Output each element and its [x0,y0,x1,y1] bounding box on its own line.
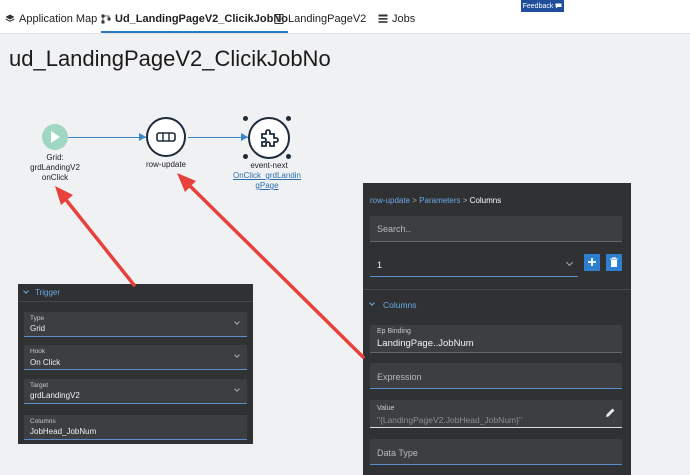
event-next-link-line: gPage [255,181,279,190]
connector-line [68,137,146,138]
trigger-panel-title: Trigger [35,288,61,297]
pencil-icon[interactable] [605,407,616,418]
trigger-label-line: onClick [41,173,69,182]
target-dropdown[interactable]: Target grdLandingV2 [24,379,247,404]
plus-icon [588,258,596,266]
field-label: Columns [30,418,56,425]
tab-jobs[interactable]: Jobs [378,13,415,33]
trigger-panel: Trigger Type Grid Hook On Click Target g… [18,284,253,444]
columns-section-header[interactable]: Columns [369,300,450,312]
node-handle [286,154,291,159]
field-label: Target [30,382,49,389]
page-title: ud_LandingPageV2_ClicikJobNo [9,46,331,71]
event-next-label: event-next [250,161,288,170]
workflow-icon [101,14,111,24]
field-label: Type [30,315,45,322]
trigger-label-line: Grid: [46,153,64,162]
selector-value: 1 [377,260,383,270]
app-map-icon [5,14,15,22]
tab-label: Application Map [19,13,98,25]
page-icon [274,14,284,24]
event-next-link-line: OnClick_grdLandin [232,171,302,180]
tab-landingpagev2[interactable]: LandingPageV2 [274,13,366,33]
properties-panel: row-update > Parameters > Columns Search… [363,183,631,475]
node-handle [243,116,248,121]
feedback-button[interactable]: Feedback [521,0,564,12]
tab-bar: Application Map Ud_LandingPageV2_ClicikJ… [0,0,690,34]
breadcrumb: row-update > Parameters > Columns [370,196,501,205]
tab-application-map[interactable]: Application Map [5,13,97,33]
field-label: Value [377,405,395,412]
trigger-panel-header[interactable]: Trigger [18,284,253,302]
annotation-arrow-trigger [55,186,136,287]
field-value: Grid [30,324,46,333]
breadcrumb-separator: > [462,196,470,205]
delete-button[interactable] [606,254,622,271]
connector-line [188,137,248,138]
breadcrumb-parameters[interactable]: Parameters [419,196,460,205]
chevron-down-icon [23,288,29,294]
tab-ud-landingpagev2-clicikjobno[interactable]: Ud_LandingPageV2_ClicikJobNo [101,13,288,33]
play-icon [51,131,60,143]
row-update-icon [156,132,176,142]
tab-label: Jobs [392,13,416,25]
row-update-node[interactable] [146,117,186,157]
item-selector[interactable]: 1 [370,253,578,277]
add-button[interactable] [584,254,600,271]
feedback-label: Feedback [522,2,554,10]
field-value: "{LandingPageV2.JobHead_JobNum}" [377,415,522,425]
row-update-label: row-update [145,160,187,169]
chevron-down-icon [234,352,240,358]
chevron-down-icon [234,386,240,392]
ep-binding-field[interactable]: Ep Binding LandingPage..JobNum [370,325,622,353]
node-handle [286,116,291,121]
chevron-down-icon [369,300,375,306]
expression-field[interactable]: Expression [370,363,622,389]
data-type-placeholder: Data Type [377,448,418,458]
columns-section-title: Columns [383,300,417,310]
event-next-link[interactable]: OnClick_grdLandin gPage [232,171,302,191]
columns-field[interactable]: Columns JobHead_JobNum [24,415,247,440]
chevron-down-icon [565,258,574,267]
value-field[interactable]: Value "{LandingPageV2.JobHead_JobNum}" [370,400,622,428]
tab-label: Ud_LandingPageV2_ClicikJobNo [115,13,288,25]
chat-bubble-icon [555,3,562,9]
breadcrumb-columns: Columns [469,196,502,205]
grid-icon [378,14,388,23]
expression-placeholder: Expression [377,372,422,382]
divider [363,289,631,290]
type-dropdown[interactable]: Type Grid [24,312,247,337]
tab-label: LandingPageV2 [288,13,367,25]
search-placeholder: Search.. [377,224,411,234]
field-value: grdLandingV2 [30,391,80,400]
data-type-field[interactable]: Data Type [370,439,622,465]
chevron-down-icon [234,319,240,325]
breadcrumb-row-update[interactable]: row-update [370,196,410,205]
trigger-node[interactable] [42,124,68,150]
trigger-node-label: Grid: grdLandingV2 onClick [20,153,90,183]
field-value: On Click [30,358,61,367]
hook-dropdown[interactable]: Hook On Click [24,345,247,370]
field-label: Hook [30,348,46,355]
trigger-label-line: grdLandingV2 [30,163,80,172]
event-next-node[interactable] [248,117,290,159]
field-label: Ep Binding [377,328,411,335]
field-value: LandingPage..JobNum [377,338,474,349]
field-value: JobHead_JobNum [30,427,97,436]
node-handle [243,154,248,159]
screenshot-root: Application Map Ud_LandingPageV2_ClicikJ… [0,0,690,475]
search-input[interactable]: Search.. [370,216,622,242]
puzzle-icon [261,129,279,147]
trash-icon [610,257,618,267]
